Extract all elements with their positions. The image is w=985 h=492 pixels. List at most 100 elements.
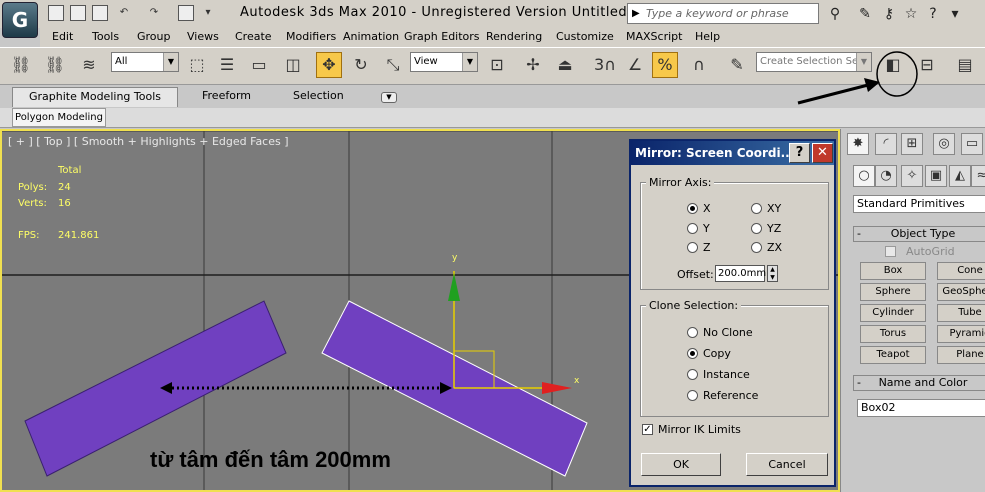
select-and-move-icon[interactable]: ✥ (316, 52, 342, 78)
cone-button[interactable]: Cone (937, 262, 985, 280)
tab-selection[interactable]: Selection (293, 89, 344, 102)
modify-tab-icon[interactable]: ◜ (875, 133, 897, 155)
shapes-icon[interactable]: ◔ (875, 165, 897, 187)
keyboard-shortcut-override-icon[interactable]: ⏏ (552, 52, 578, 78)
primitive-category-dropdown[interactable]: Standard Primitives (853, 195, 985, 213)
copy-label: Copy (703, 347, 731, 360)
rectangular-selection-icon[interactable]: ▭ (246, 52, 272, 78)
object-name-input[interactable]: Box02 (857, 399, 985, 417)
binoculars-icon[interactable]: ⚲ (826, 5, 844, 23)
name-and-color-rollout[interactable]: - Name and Color (853, 375, 985, 391)
quick-access-dropdown-icon[interactable]: ▾ (200, 5, 216, 21)
new-file-icon[interactable] (48, 5, 64, 21)
dialog-help-button[interactable]: ? (789, 143, 810, 163)
geometry-icon[interactable]: ○ (853, 165, 875, 187)
create-tab-icon[interactable]: ✸ (847, 133, 869, 155)
selection-filter-dropdown[interactable]: All ▼ (111, 52, 179, 72)
menu-create[interactable]: Create (235, 30, 272, 43)
menu-customize[interactable]: Customize (556, 30, 614, 43)
menu-animation[interactable]: Animation (343, 30, 399, 43)
select-object-icon[interactable]: ⬚ (184, 52, 210, 78)
dialog-close-button[interactable]: ✕ (812, 143, 833, 163)
menu-edit[interactable]: Edit (52, 30, 73, 43)
app-title: Autodesk 3ds Max 2010 - Unregistered Ver… (240, 5, 628, 20)
window-crossing-icon[interactable]: ◫ (280, 52, 306, 78)
offset-input[interactable]: 200.0mm (715, 265, 766, 282)
mirror-ik-checkbox[interactable]: ✓ (642, 424, 653, 435)
motion-tab-icon[interactable]: ◎ (933, 133, 955, 155)
undo-icon[interactable]: ↶ (116, 5, 132, 21)
menu-graph-editors[interactable]: Graph Editors (404, 30, 480, 43)
cancel-button[interactable]: Cancel (746, 453, 828, 476)
offset-spinner-icon[interactable]: ▲ ▼ (767, 265, 778, 282)
layer-manager-icon[interactable]: ▤ (952, 52, 978, 78)
key-icon[interactable]: ⚷ (880, 5, 898, 23)
reference-coordinate-dropdown[interactable]: View ▼ (410, 52, 478, 72)
redo-icon[interactable]: ↷ (146, 5, 162, 21)
menu-help[interactable]: Help (695, 30, 720, 43)
snaps-toggle-icon[interactable]: 3∩ (588, 52, 622, 78)
object-type-rollout[interactable]: - Object Type (853, 226, 985, 242)
select-and-rotate-icon[interactable]: ↻ (348, 52, 374, 78)
axis-x-radio[interactable] (687, 203, 698, 214)
percent-snap-icon[interactable]: % (652, 52, 678, 78)
lights-icon[interactable]: ✧ (901, 165, 923, 187)
select-and-link-icon[interactable]: ⛓ (8, 52, 34, 78)
save-icon[interactable] (92, 5, 108, 21)
plane-button[interactable]: Plane (937, 346, 985, 364)
favorites-star-icon[interactable]: ☆ (902, 5, 920, 23)
menu-rendering[interactable]: Rendering (486, 30, 542, 43)
ribbon-minimize-icon[interactable]: ▼ (381, 92, 397, 103)
box-button[interactable]: Box (860, 262, 926, 280)
torus-button[interactable]: Torus (860, 325, 926, 343)
instance-radio[interactable] (687, 369, 698, 380)
project-folder-icon[interactable] (178, 5, 194, 21)
axis-z-radio[interactable] (687, 242, 698, 253)
tab-polygon-modeling[interactable]: Polygon Modeling (12, 108, 106, 127)
geosphere-button[interactable]: GeoSphere (937, 283, 985, 301)
viewport-label[interactable]: [ + ] [ Top ] [ Smooth + Highlights + Ed… (8, 135, 289, 148)
tab-freeform[interactable]: Freeform (202, 89, 251, 102)
menu-modifiers[interactable]: Modifiers (286, 30, 336, 43)
bind-space-warp-icon[interactable]: ≋ (76, 52, 102, 78)
menu-maxscript[interactable]: MAXScript (626, 30, 682, 43)
app-logo-icon[interactable]: G (2, 2, 38, 38)
tube-button[interactable]: Tube (937, 304, 985, 322)
hierarchy-tab-icon[interactable]: ⊞ (901, 133, 923, 155)
pivot-center-icon[interactable]: ⊡ (484, 52, 510, 78)
sphere-button[interactable]: Sphere (860, 283, 926, 301)
angle-snap-icon[interactable]: ∠ (622, 52, 648, 78)
copy-radio[interactable] (687, 348, 698, 359)
select-and-scale-icon[interactable]: ⤡ (380, 52, 406, 78)
select-by-name-icon[interactable]: ☰ (214, 52, 240, 78)
spinner-snap-icon[interactable]: ∩ (686, 52, 712, 78)
display-tab-icon[interactable]: ▭ (961, 133, 983, 155)
menu-tools[interactable]: Tools (92, 30, 119, 43)
ok-button[interactable]: OK (641, 453, 721, 476)
menu-group[interactable]: Group (137, 30, 171, 43)
pyramid-button[interactable]: Pyramid (937, 325, 985, 343)
teapot-button[interactable]: Teapot (860, 346, 926, 364)
open-file-icon[interactable] (70, 5, 86, 21)
no-clone-radio[interactable] (687, 327, 698, 338)
helpers-icon[interactable]: ◭ (949, 165, 971, 187)
help-dropdown-icon[interactable]: ▾ (946, 5, 964, 23)
cylinder-button[interactable]: Cylinder (860, 304, 926, 322)
search-expand-icon[interactable]: ▶ (632, 4, 640, 23)
autogrid-checkbox[interactable] (885, 246, 896, 257)
axis-xy-radio[interactable] (751, 203, 762, 214)
axis-zx-radio[interactable] (751, 242, 762, 253)
tab-graphite-modeling-tools[interactable]: Graphite Modeling Tools (12, 87, 178, 107)
cameras-icon[interactable]: ▣ (925, 165, 947, 187)
select-and-manipulate-icon[interactable]: ✢ (520, 52, 546, 78)
unlink-icon[interactable]: ⛓ (42, 52, 68, 78)
menu-views[interactable]: Views (187, 30, 219, 43)
axis-y-radio[interactable] (687, 223, 698, 234)
help-icon[interactable]: ? (924, 5, 942, 23)
edit-named-selection-icon[interactable]: ✎ (724, 52, 750, 78)
axis-yz-radio[interactable] (751, 223, 762, 234)
search-input[interactable]: ▶ Type a keyword or phrase (627, 3, 819, 24)
communication-center-icon[interactable]: ✎ (856, 5, 874, 23)
space-warps-icon[interactable]: ≈ (971, 165, 985, 187)
reference-radio[interactable] (687, 390, 698, 401)
